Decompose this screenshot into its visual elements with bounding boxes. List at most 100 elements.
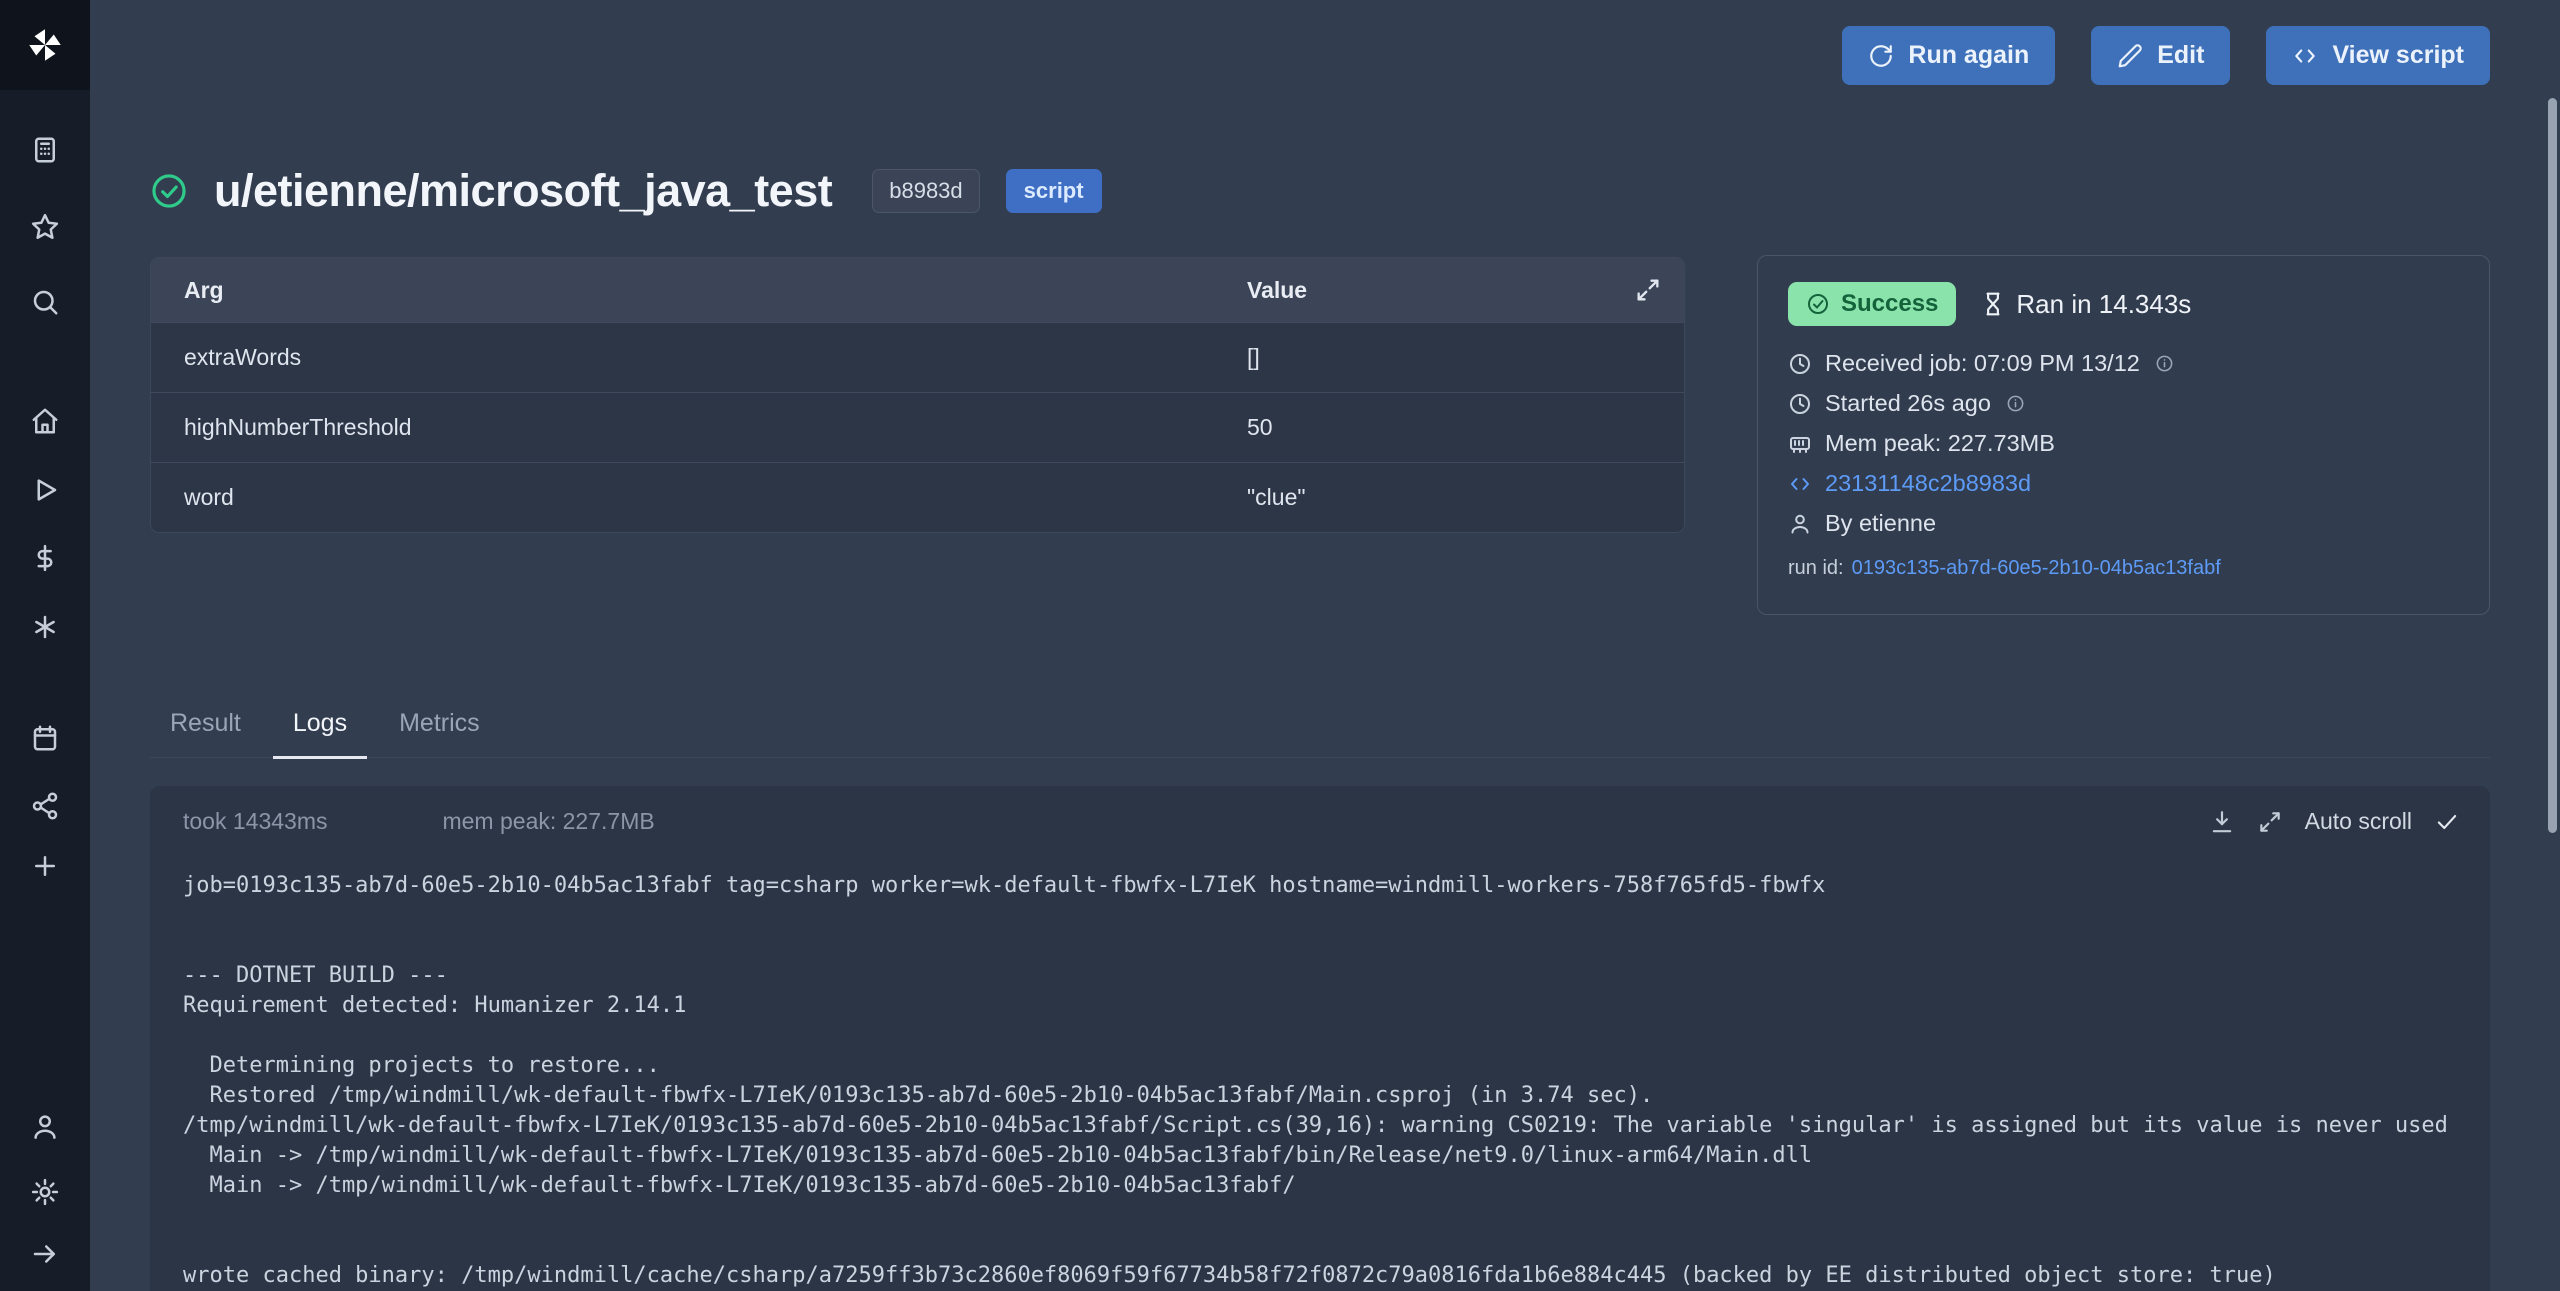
pencil-icon [2117, 43, 2143, 69]
code-icon [2292, 43, 2318, 69]
settings-icon[interactable] [19, 1168, 71, 1216]
auto-scroll-label: Auto scroll [2305, 808, 2412, 835]
arg-name: word [151, 484, 1247, 511]
log-line [183, 1021, 2490, 1051]
tab[interactable]: Result [150, 709, 261, 759]
tab[interactable]: Metrics [379, 709, 500, 759]
plus-icon[interactable] [19, 842, 71, 890]
log-line: Main -> /tmp/windmill/wk-default-fbwfx-L… [183, 1171, 2490, 1201]
info-icon[interactable] [2155, 354, 2174, 373]
script-type-badge[interactable]: script [1006, 169, 1102, 213]
flow-icon[interactable] [19, 782, 71, 830]
search-icon[interactable] [19, 278, 71, 326]
log-line: Requirement detected: Humanizer 2.14.1 [183, 991, 2490, 1021]
code-icon [1788, 472, 1812, 496]
sidebar [0, 0, 90, 1291]
main-content: Run again Edit View script u/etienne/mic… [90, 0, 2560, 1291]
calculator-icon[interactable] [19, 126, 71, 174]
log-line: /tmp/windmill/wk-default-fbwfx-L7IeK/019… [183, 1111, 2490, 1141]
expand-args-icon[interactable] [1634, 276, 1684, 304]
user-icon[interactable] [19, 1103, 71, 1151]
tab[interactable]: Logs [273, 709, 367, 759]
home-icon[interactable] [19, 397, 71, 445]
info-icon[interactable] [2006, 394, 2025, 413]
star-icon[interactable] [19, 203, 71, 251]
run-id-label: run id: [1788, 557, 1844, 579]
status-badge: Success [1788, 282, 1956, 326]
took-label: took 14343ms [183, 808, 327, 835]
check-circle-icon [150, 172, 188, 210]
col-header-arg: Arg [151, 277, 1247, 304]
memory-icon [1788, 432, 1812, 456]
log-line [183, 1231, 2490, 1261]
tabs-bar: ResultLogsMetrics [150, 709, 2490, 758]
maximize-icon[interactable] [2257, 809, 2283, 835]
arg-name: extraWords [151, 344, 1247, 371]
log-line: --- DOTNET BUILD --- [183, 961, 2490, 991]
check-circle-icon [1806, 292, 1830, 316]
calendar-icon[interactable] [19, 714, 71, 762]
args-table-body: extraWords [] highNumberThreshold 50 wor… [151, 322, 1684, 532]
commit-row: 23131148c2b8983d [1788, 470, 2459, 497]
play-icon[interactable] [19, 466, 71, 514]
duration: Ran in 14.343s [1980, 289, 2191, 320]
received-label: Received job: 07:09 PM 13/12 [1825, 350, 2140, 377]
refresh-icon [1868, 43, 1894, 69]
log-line [183, 901, 2490, 931]
edit-button[interactable]: Edit [2091, 26, 2230, 85]
clock-icon [1788, 352, 1812, 376]
args-table: Arg Value extraWords [] highNumberThresh… [150, 257, 1685, 533]
table-row: extraWords [] [151, 322, 1684, 392]
mem-peak-log-label: mem peak: 227.7MB [442, 808, 654, 835]
log-panel: took 14343ms mem peak: 227.7MB Auto scro… [150, 786, 2490, 1291]
started-label: Started 26s ago [1825, 390, 1991, 417]
view-script-button[interactable]: View script [2266, 26, 2490, 85]
hourglass-icon [1980, 291, 2006, 317]
job-header: u/etienne/microsoft_java_test b8983d scr… [150, 165, 1685, 217]
resources-icon[interactable] [19, 603, 71, 651]
started-row: Started 26s ago [1788, 390, 2459, 417]
user-icon [1788, 512, 1812, 536]
arg-value: 50 [1247, 414, 1684, 441]
run-again-label: Run again [1908, 41, 2029, 70]
mem-peak-label: Mem peak: 227.73MB [1825, 430, 2055, 457]
col-header-value: Value [1247, 277, 1634, 304]
page-title: u/etienne/microsoft_java_test [214, 165, 832, 217]
check-icon[interactable] [2434, 809, 2460, 835]
log-line: job=0193c135-ab7d-60e5-2b10-04b5ac13fabf… [183, 871, 2490, 901]
log-line [183, 1201, 2490, 1231]
dollar-icon[interactable] [19, 534, 71, 582]
log-line: Determining projects to restore... [183, 1051, 2490, 1081]
edit-label: Edit [2157, 41, 2204, 70]
arg-value: [] [1247, 344, 1684, 371]
status-badge-label: Success [1841, 290, 1938, 318]
commit-link[interactable]: 23131148c2b8983d [1825, 470, 2031, 497]
log-line: wrote cached binary: /tmp/windmill/cache… [183, 1261, 2490, 1291]
author-label: By etienne [1825, 510, 1936, 537]
hash-badge[interactable]: b8983d [872, 169, 979, 213]
log-line: Main -> /tmp/windmill/wk-default-fbwfx-L… [183, 1141, 2490, 1171]
author-row: By etienne [1788, 510, 2459, 537]
mem-peak-row: Mem peak: 227.73MB [1788, 430, 2459, 457]
duration-label: Ran in 14.343s [2016, 289, 2191, 320]
download-icon[interactable] [2209, 809, 2235, 835]
log-lines: job=0193c135-ab7d-60e5-2b10-04b5ac13fabf… [150, 845, 2490, 1291]
windmill-logo[interactable] [0, 0, 90, 90]
received-row: Received job: 07:09 PM 13/12 [1788, 350, 2459, 377]
run-id-row: run id: 0193c135-ab7d-60e5-2b10-04b5ac13f… [1788, 557, 2459, 580]
page-scrollbar[interactable] [2548, 98, 2557, 833]
args-table-header: Arg Value [151, 258, 1684, 322]
table-row: highNumberThreshold 50 [151, 392, 1684, 462]
log-line [183, 931, 2490, 961]
arrow-right-icon[interactable] [19, 1230, 71, 1278]
run-id-link[interactable]: 0193c135-ab7d-60e5-2b10-04b5ac13fabf [1852, 557, 2221, 579]
table-row: word "clue" [151, 462, 1684, 532]
action-toolbar: Run again Edit View script [150, 26, 2490, 85]
log-line: Restored /tmp/windmill/wk-default-fbwfx-… [183, 1081, 2490, 1111]
clock-icon [1788, 392, 1812, 416]
view-script-label: View script [2332, 41, 2464, 70]
arg-name: highNumberThreshold [151, 414, 1247, 441]
status-card: Success Ran in 14.343s Received job: 07:… [1757, 255, 2490, 615]
log-panel-header: took 14343ms mem peak: 227.7MB Auto scro… [150, 786, 2490, 845]
run-again-button[interactable]: Run again [1842, 26, 2055, 85]
